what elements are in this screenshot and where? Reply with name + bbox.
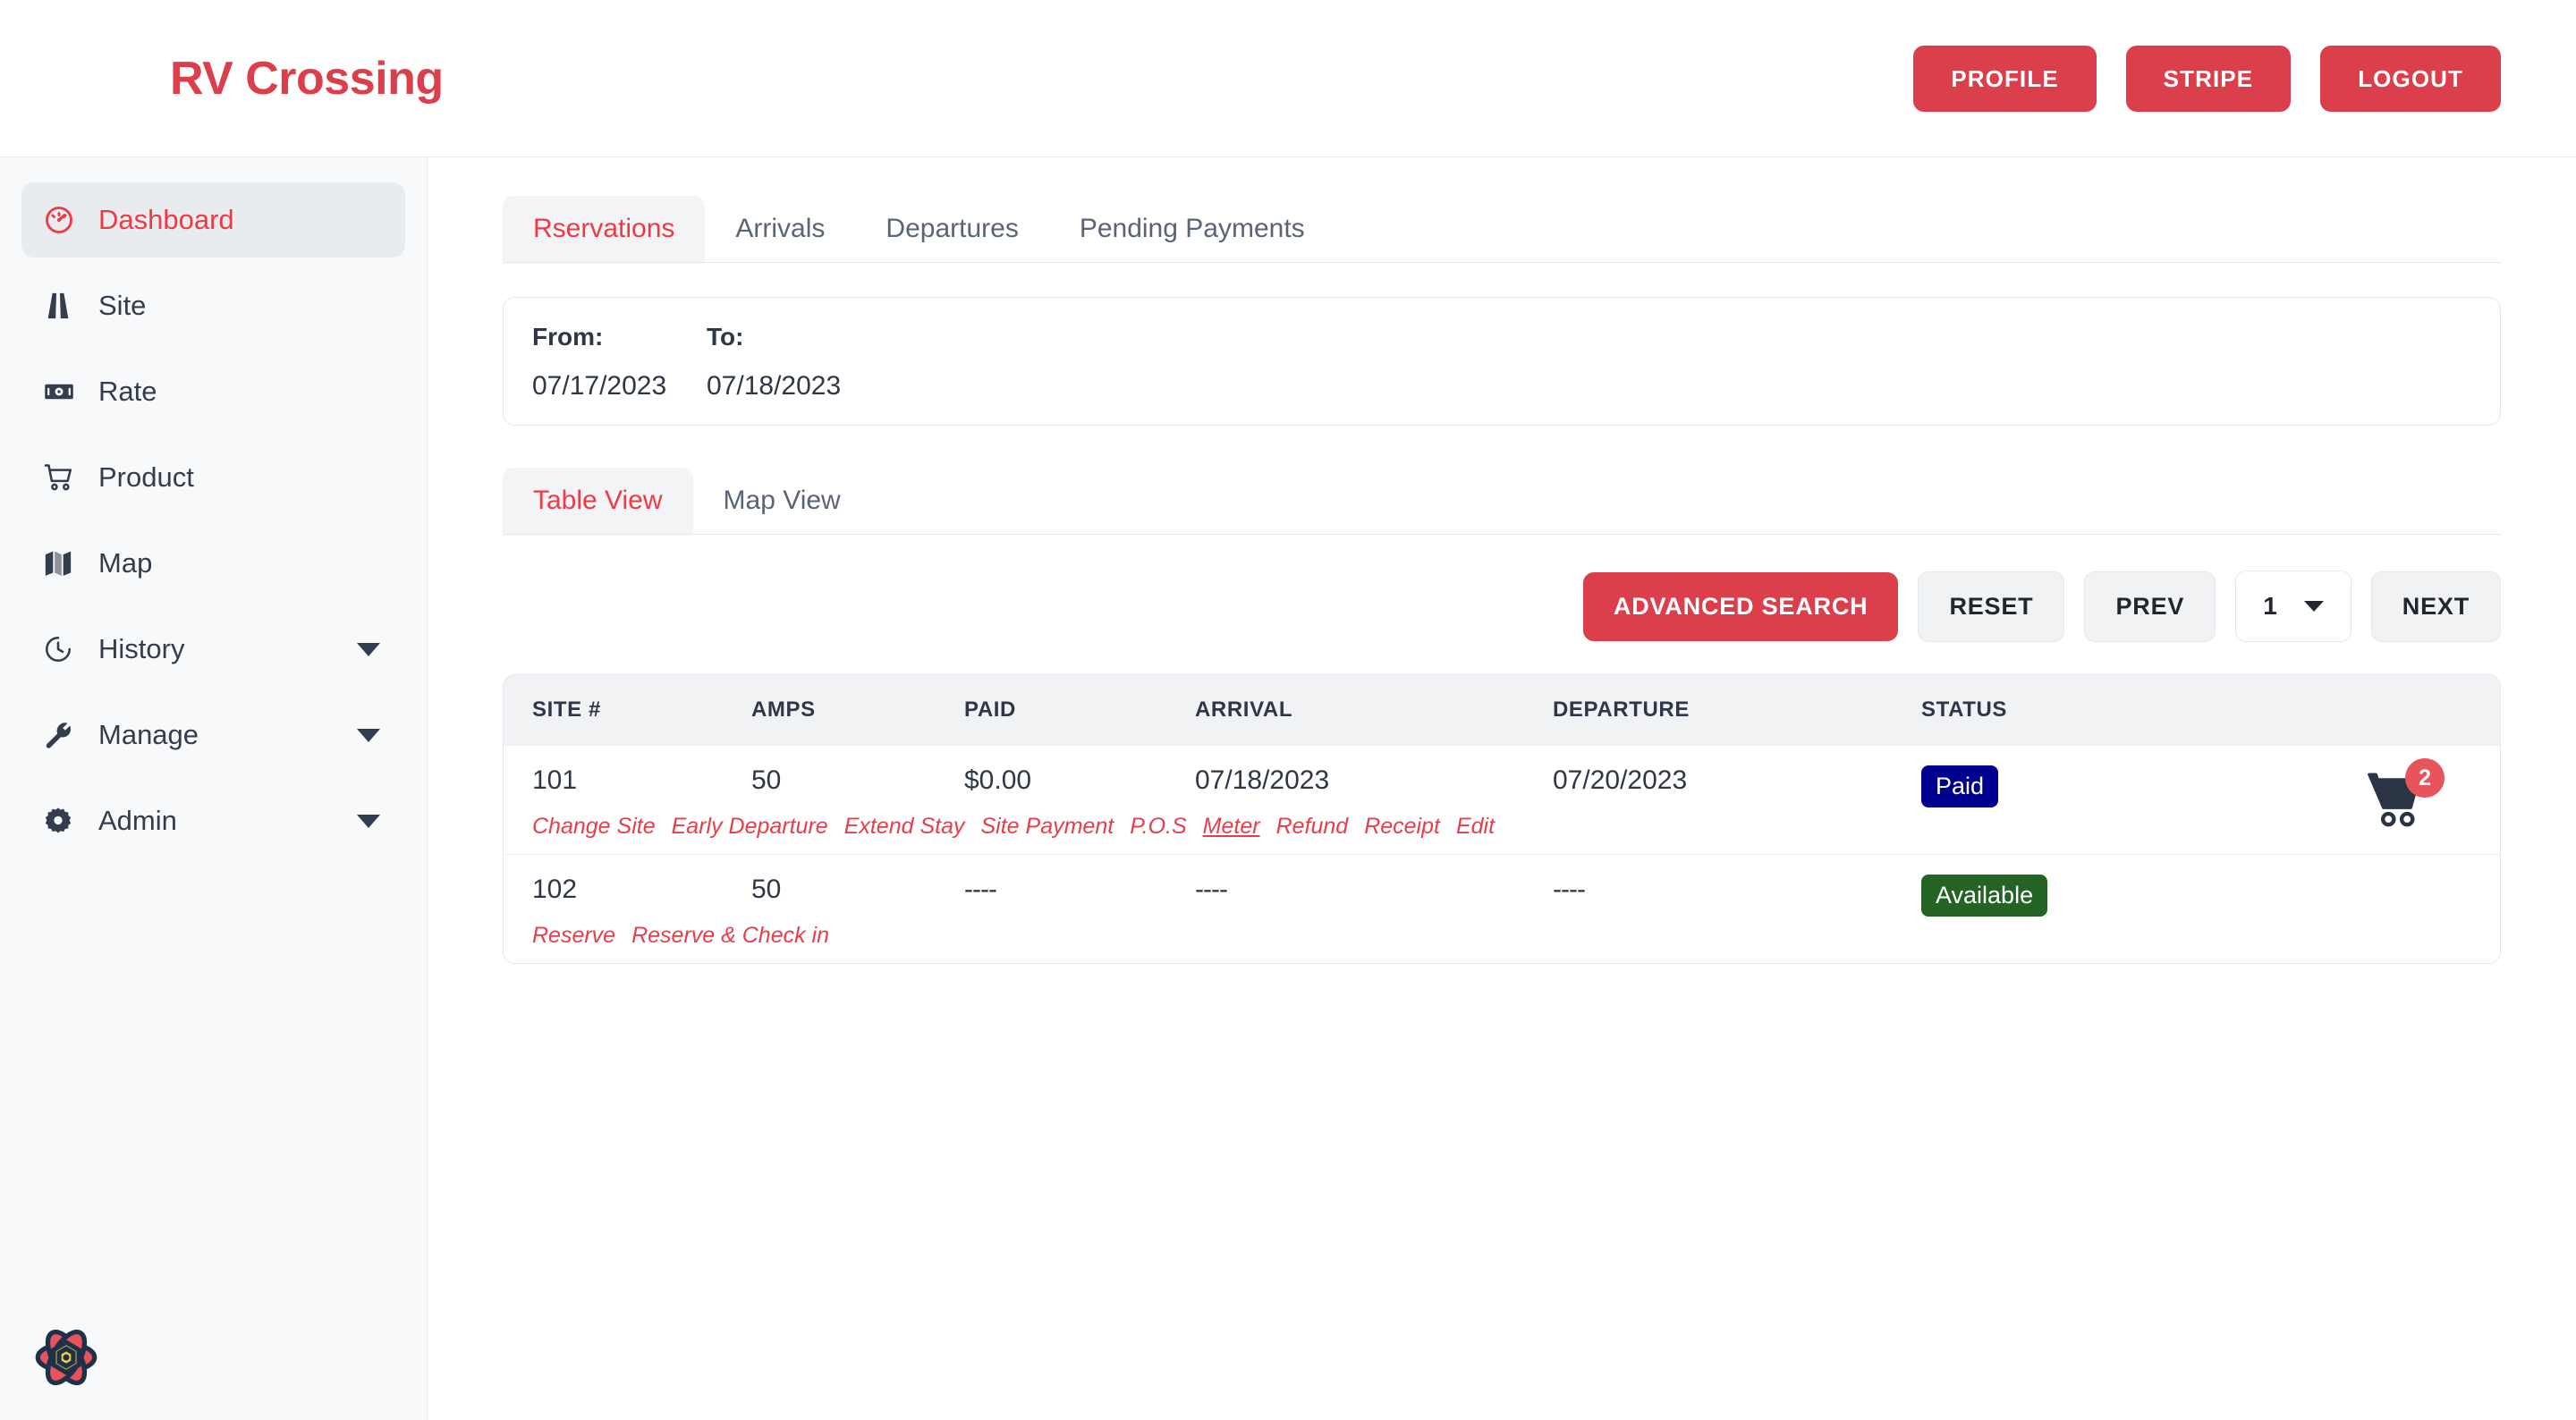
gear-icon xyxy=(43,806,84,836)
from-date-input[interactable]: 07/17/2023 xyxy=(532,371,707,401)
action-reserve[interactable]: Reserve xyxy=(532,923,615,949)
page-layout: Dashboard Site Rate Product Map History … xyxy=(0,157,2576,1420)
sidebar-item-product[interactable]: Product xyxy=(21,440,405,515)
cell-paid-amount: ---- xyxy=(964,875,997,904)
column-header-status: STATUS xyxy=(1921,697,2008,722)
column-header-departure: DEPARTURE xyxy=(1553,697,1690,722)
column-header-paid: PAID xyxy=(964,697,1016,722)
chevron-down-icon[interactable] xyxy=(357,642,380,656)
action-early-departure[interactable]: Early Departure xyxy=(672,814,828,840)
cell-departure-date: 07/20/2023 xyxy=(1553,765,1688,795)
tab-table-view[interactable]: Table View xyxy=(503,468,693,534)
action-receipt[interactable]: Receipt xyxy=(1364,814,1440,840)
chevron-down-icon xyxy=(2303,601,2324,612)
action-reserve-check-in[interactable]: Reserve & Check in xyxy=(631,923,829,949)
sidebar-item-label: Admin xyxy=(98,805,177,836)
action-edit[interactable]: Edit xyxy=(1456,814,1495,840)
tab-reservations[interactable]: Rservations xyxy=(503,196,706,262)
action-extend-stay[interactable]: Extend Stay xyxy=(844,814,965,840)
status-badge: Paid xyxy=(1921,765,1999,807)
gauge-icon xyxy=(43,204,84,236)
top-navbar: RV Crossing PROFILE STRIPE LOGOUT xyxy=(0,0,2576,157)
cell-site-number: 102 xyxy=(532,875,578,904)
sidebar-item-label: Manage xyxy=(98,719,199,750)
view-tabs: Table View Map View xyxy=(503,461,2501,535)
cell-paid-amount: $0.00 xyxy=(964,765,1032,795)
action-meter[interactable]: Meter xyxy=(1203,814,1260,840)
from-label: From: xyxy=(532,323,604,351)
sidebar-item-rate[interactable]: Rate xyxy=(21,354,405,429)
logout-button[interactable]: LOGOUT xyxy=(2320,45,2501,112)
tab-departures[interactable]: Departures xyxy=(855,196,1048,262)
sidebar-item-label: Rate xyxy=(98,376,157,407)
column-header-site: SITE # xyxy=(532,697,601,722)
date-filter-panel: From: 07/17/2023 To: 07/18/2023 xyxy=(503,297,2501,426)
tab-map-view[interactable]: Map View xyxy=(693,468,871,534)
action-refund[interactable]: Refund xyxy=(1276,814,1349,840)
sidebar-item-map[interactable]: Map xyxy=(21,526,405,601)
profile-button[interactable]: PROFILE xyxy=(1913,45,2097,112)
sidebar: Dashboard Site Rate Product Map History … xyxy=(0,157,428,1420)
sidebar-item-site[interactable]: Site xyxy=(21,268,405,343)
table-row: 101 50 $0.00 07/18/2023 07/20/2023 Paid xyxy=(504,745,2500,854)
shopping-cart-icon xyxy=(43,461,84,494)
cart-button[interactable]: 2 xyxy=(2364,758,2445,832)
next-button[interactable]: NEXT xyxy=(2370,571,2501,642)
chevron-down-icon[interactable] xyxy=(357,814,380,828)
cell-arrival-date: ---- xyxy=(1195,875,1228,904)
main-content: Rservations Arrivals Departures Pending … xyxy=(428,157,2576,1420)
header-actions: PROFILE STRIPE LOGOUT xyxy=(1913,45,2501,112)
tab-arrivals[interactable]: Arrivals xyxy=(705,196,855,262)
sidebar-item-label: Site xyxy=(98,290,147,321)
sidebar-item-history[interactable]: History xyxy=(21,612,405,687)
to-label: To: xyxy=(707,323,744,351)
cell-arrival-date: 07/18/2023 xyxy=(1195,765,1330,795)
status-badge: Available xyxy=(1921,875,2048,917)
to-date-group: To: 07/18/2023 xyxy=(707,323,881,401)
page-number-value: 1 xyxy=(2263,592,2277,620)
advanced-search-button[interactable]: ADVANCED SEARCH xyxy=(1582,571,1899,641)
clock-icon xyxy=(43,634,84,664)
sidebar-item-dashboard[interactable]: Dashboard xyxy=(21,182,405,258)
row-actions: Change Site Early Departure Extend Stay … xyxy=(532,814,1495,840)
action-pos[interactable]: P.O.S xyxy=(1130,814,1186,840)
cell-departure-date: ---- xyxy=(1553,875,1586,904)
from-date-group: From: 07/17/2023 xyxy=(532,323,707,401)
brand-logo-text: RV Crossing xyxy=(170,52,444,105)
stripe-button[interactable]: STRIPE xyxy=(2125,45,2292,112)
prev-button[interactable]: PREV xyxy=(2084,571,2216,642)
sidebar-item-manage[interactable]: Manage xyxy=(21,697,405,773)
action-site-payment[interactable]: Site Payment xyxy=(981,814,1114,840)
reservation-tabs: Rservations Arrivals Departures Pending … xyxy=(503,190,2501,263)
cell-amps: 50 xyxy=(751,875,782,904)
page-number-select[interactable]: 1 xyxy=(2235,571,2351,642)
sidebar-item-label: Dashboard xyxy=(98,204,234,235)
sidebar-item-admin[interactable]: Admin xyxy=(21,783,405,858)
cell-amps: 50 xyxy=(751,765,782,795)
column-header-amps: AMPS xyxy=(751,697,816,722)
reservations-table: SITE # AMPS PAID ARRIVAL DEPARTURE STATU… xyxy=(503,674,2501,964)
to-date-input[interactable]: 07/18/2023 xyxy=(707,371,881,401)
cart-badge-count: 2 xyxy=(2405,758,2445,798)
flower-logo[interactable] xyxy=(27,1318,106,1397)
column-header-arrival: ARRIVAL xyxy=(1195,697,1293,722)
money-bill-icon xyxy=(43,376,84,408)
table-toolbar: ADVANCED SEARCH RESET PREV 1 NEXT xyxy=(503,535,2501,674)
action-change-site[interactable]: Change Site xyxy=(532,814,656,840)
road-icon xyxy=(43,291,84,321)
chevron-down-icon[interactable] xyxy=(357,728,380,742)
row-actions: Reserve Reserve & Check in xyxy=(532,923,829,949)
wrench-icon xyxy=(43,720,84,750)
sidebar-item-label: Map xyxy=(98,547,153,579)
sidebar-item-label: History xyxy=(98,633,185,664)
tab-pending-payments[interactable]: Pending Payments xyxy=(1049,196,1335,262)
cell-site-number: 101 xyxy=(532,765,578,795)
sidebar-item-label: Product xyxy=(98,461,194,493)
map-icon xyxy=(43,548,84,579)
table-row: 102 50 ---- ---- ---- Available Reserve … xyxy=(504,854,2500,963)
reset-button[interactable]: RESET xyxy=(1918,571,2065,642)
table-header-row: SITE # AMPS PAID ARRIVAL DEPARTURE STATU… xyxy=(504,675,2500,745)
